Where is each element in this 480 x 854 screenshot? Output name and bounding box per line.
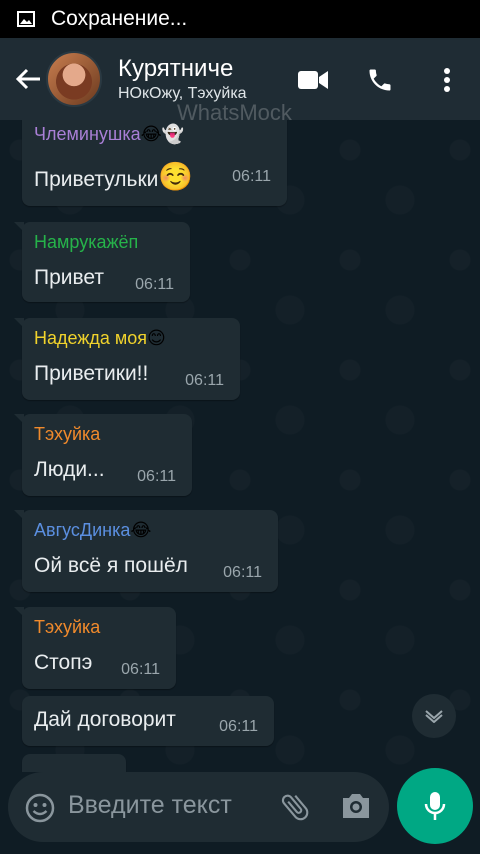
sender-name: Надежда моя xyxy=(34,328,148,348)
watermark: WhatsMock xyxy=(177,100,292,125)
message-input[interactable]: Введите текст xyxy=(68,791,232,820)
message-time: 06:11 xyxy=(223,564,262,581)
avatar[interactable] xyxy=(46,51,102,107)
emoji-icon[interactable] xyxy=(25,793,55,823)
message-emoji: ☺️ xyxy=(158,161,194,192)
message-bubble-partial xyxy=(22,754,126,772)
message-text: Приветульки xyxy=(34,168,159,191)
sender-name: Тэхуйка xyxy=(34,424,101,444)
message-time: 06:11 xyxy=(219,718,258,735)
sender-name: АвгусДинка xyxy=(34,520,131,540)
message-bubble[interactable]: Тэхуйка Люди... 06:11 xyxy=(14,414,192,496)
camera-icon[interactable] xyxy=(340,792,372,820)
message-text: Привет xyxy=(34,266,105,289)
message-text: Люди... xyxy=(34,458,105,481)
chat-title-block[interactable]: Курятниче НОкОжу, Тэхуйка xyxy=(118,55,280,103)
message-bubble[interactable]: Намрукажёп Привет 06:11 xyxy=(14,222,190,302)
sender-name: Намрукажёп xyxy=(34,232,139,252)
bubble-tail xyxy=(14,414,24,424)
message-bubble[interactable]: Надежда моя😊 Приветики!! 06:11 xyxy=(14,318,240,400)
bubble-tail xyxy=(14,607,24,617)
message-bubble[interactable]: Члеминушка😂👻 Приветульки☺️ 06:11 xyxy=(22,120,287,206)
message-bubble[interactable]: Тэхуйка Стопэ 06:11 xyxy=(14,607,176,689)
message-time: 06:11 xyxy=(232,168,271,185)
chat-title: Курятниче xyxy=(118,55,234,82)
sender-name: Члеминушка xyxy=(34,124,141,144)
bubble-tail xyxy=(14,318,24,328)
message-time: 06:11 xyxy=(185,372,224,389)
message-text: Ой всё я пошёл xyxy=(34,554,188,577)
scroll-down-button[interactable] xyxy=(412,694,456,738)
video-call-icon[interactable] xyxy=(295,62,331,98)
status-text: Сохранение... xyxy=(51,7,188,30)
image-icon xyxy=(17,11,35,27)
message-text: Стопэ xyxy=(34,651,93,674)
more-options-icon[interactable] xyxy=(429,62,465,98)
voice-record-button[interactable] xyxy=(397,768,473,844)
back-arrow-icon[interactable] xyxy=(8,59,48,99)
message-time: 06:11 xyxy=(137,468,176,485)
status-bar: Сохранение... xyxy=(0,0,480,38)
message-list[interactable]: Члеминушка😂👻 Приветульки☺️ 06:11 Намрука… xyxy=(0,120,480,772)
sender-emoji: 😂👻 xyxy=(140,124,185,144)
message-text: Приветики!! xyxy=(34,362,149,385)
message-input-bar[interactable]: Введите текст xyxy=(8,772,389,842)
microphone-icon xyxy=(424,792,446,820)
sender-name: Тэхуйка xyxy=(34,617,101,637)
message-text: Дай договорит xyxy=(34,708,176,731)
sender-emoji: 😂 xyxy=(130,520,152,540)
attach-icon[interactable] xyxy=(278,790,312,824)
chevron-down-icon xyxy=(425,710,443,723)
bubble-tail xyxy=(14,510,24,520)
message-bubble[interactable]: Дай договорит 06:11 xyxy=(22,696,274,746)
bubble-tail xyxy=(14,222,24,232)
phone-call-icon[interactable] xyxy=(362,62,398,98)
message-bubble[interactable]: АвгусДинка😂 Ой всё я пошёл 06:11 xyxy=(14,510,278,592)
message-time: 06:11 xyxy=(135,276,174,293)
message-time: 06:11 xyxy=(121,661,160,678)
sender-emoji: 😊 xyxy=(147,328,166,348)
